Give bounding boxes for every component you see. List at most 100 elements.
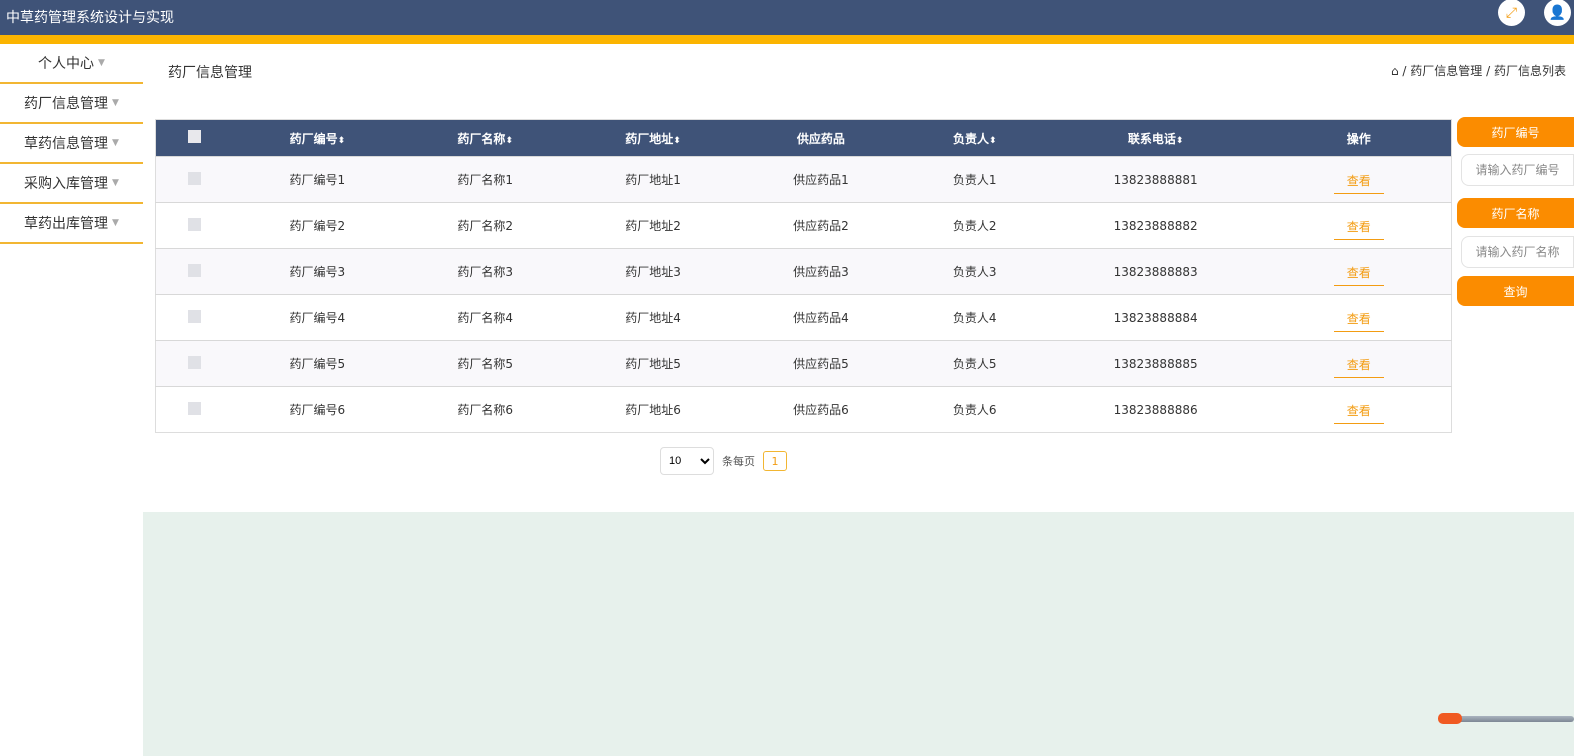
column-header[interactable]: 联系电话⬍ bbox=[1044, 119, 1267, 157]
column-header[interactable]: 药厂地址⬍ bbox=[569, 119, 737, 157]
factory-code-input[interactable] bbox=[1461, 154, 1574, 186]
row-select-cell bbox=[155, 156, 234, 203]
sidebar-item-label: 采购入库管理 bbox=[24, 176, 109, 192]
table-cell: 药厂地址2 bbox=[569, 202, 737, 249]
accent-stripe bbox=[0, 35, 1574, 44]
row-select-cell bbox=[155, 294, 234, 341]
column-header-label: 药厂名称 bbox=[457, 131, 506, 146]
sort-icon[interactable]: ⬍ bbox=[338, 136, 346, 146]
table-cell: 13823888881 bbox=[1044, 156, 1267, 203]
breadcrumb-item[interactable]: 药厂信息管理 bbox=[1410, 64, 1482, 78]
column-header-label: 供应药品 bbox=[796, 131, 845, 146]
breadcrumb-item: 药厂信息列表 bbox=[1493, 64, 1566, 78]
fullscreen-icon[interactable]: ⤢ bbox=[1498, 0, 1525, 26]
factory-name-input[interactable] bbox=[1461, 236, 1574, 268]
column-header[interactable]: 药厂名称⬍ bbox=[401, 119, 570, 157]
row-select-cell bbox=[155, 340, 234, 387]
table-cell: 负责人3 bbox=[904, 248, 1045, 295]
row-checkbox[interactable] bbox=[188, 309, 202, 323]
sidebar-item-herb[interactable]: 草药信息管理 ▼ bbox=[0, 124, 143, 164]
column-header[interactable]: 负责人⬍ bbox=[904, 119, 1045, 157]
sidebar-item-label: 草药出库管理 bbox=[24, 216, 109, 232]
table-cell: 药厂名称6 bbox=[401, 386, 570, 433]
select-all-checkbox[interactable] bbox=[188, 130, 202, 143]
table-row: 药厂编号2 药厂名称2 药厂地址2 供应药品2 负责人2 13823888882 查看 bbox=[155, 202, 1452, 249]
table-row: 药厂编号5 药厂名称5 药厂地址5 供应药品5 负责人5 13823888885 查看 bbox=[155, 340, 1452, 387]
caret-down-icon: ▼ bbox=[112, 98, 119, 108]
factory-table: 药厂编号⬍ 药厂名称⬍ 药厂地址⬍ 供应药品 负责人⬍ 联系电话⬍ 操作 药厂编号1 药厂名称… bbox=[155, 119, 1452, 433]
page-title: 药厂信息管理 bbox=[168, 65, 252, 81]
table-cell: 药厂编号1 bbox=[233, 156, 402, 203]
background-illustration bbox=[143, 512, 1574, 756]
view-button[interactable]: 查看 bbox=[1333, 212, 1384, 240]
search-label-name: 药厂名称 bbox=[1457, 198, 1574, 228]
column-header-label: 联系电话 bbox=[1127, 131, 1176, 146]
table-cell: 药厂地址3 bbox=[569, 248, 737, 295]
view-button[interactable]: 查看 bbox=[1333, 166, 1384, 194]
table-cell: 供应药品6 bbox=[736, 386, 905, 433]
row-select-cell bbox=[155, 202, 234, 249]
sidebar-item-purchase[interactable]: 采购入库管理 ▼ bbox=[0, 164, 143, 204]
row-checkbox[interactable] bbox=[188, 171, 202, 185]
table-cell: 13823888882 bbox=[1044, 202, 1267, 249]
view-button[interactable]: 查看 bbox=[1333, 350, 1384, 378]
top-bar: 中草药管理系统设计与实现 ⤢ 👤 bbox=[0, 0, 1574, 35]
per-page-label: 条每页 bbox=[722, 455, 755, 468]
column-header[interactable]: 药厂编号⬍ bbox=[233, 119, 402, 157]
column-header: 操作 bbox=[1266, 119, 1452, 157]
sort-icon[interactable]: ⬍ bbox=[673, 136, 681, 146]
table-cell: 供应药品4 bbox=[736, 294, 905, 341]
table-cell: 药厂名称3 bbox=[401, 248, 570, 295]
sort-icon[interactable]: ⬍ bbox=[989, 136, 997, 146]
action-cell: 查看 bbox=[1266, 340, 1452, 387]
breadcrumb-separator: / bbox=[1402, 64, 1407, 78]
caret-down-icon: ▼ bbox=[112, 218, 119, 228]
sidebar-item-label: 草药信息管理 bbox=[24, 136, 109, 152]
page-button-current[interactable]: 1 bbox=[763, 451, 787, 471]
sidebar-item-personal[interactable]: 个人中心 ▼ bbox=[0, 44, 143, 84]
table-cell: 13823888884 bbox=[1044, 294, 1267, 341]
sort-icon[interactable]: ⬍ bbox=[505, 136, 513, 146]
action-cell: 查看 bbox=[1266, 386, 1452, 433]
table-cell: 药厂编号3 bbox=[233, 248, 402, 295]
table-cell: 负责人4 bbox=[904, 294, 1045, 341]
row-checkbox[interactable] bbox=[188, 355, 202, 369]
table-cell: 负责人1 bbox=[904, 156, 1045, 203]
sidebar-item-label: 药厂信息管理 bbox=[24, 96, 109, 112]
table-cell: 13823888885 bbox=[1044, 340, 1267, 387]
action-cell: 查看 bbox=[1266, 294, 1452, 341]
home-icon[interactable]: ⌂ bbox=[1391, 64, 1399, 78]
action-cell: 查看 bbox=[1266, 248, 1452, 295]
user-icon[interactable]: 👤 bbox=[1544, 0, 1571, 26]
label-name: 药厂名称 bbox=[1457, 198, 1574, 228]
page-size-select[interactable]: 10 bbox=[660, 447, 714, 475]
breadcrumb: ⌂ / 药厂信息管理 / 药厂信息列表 bbox=[1391, 62, 1566, 79]
table-cell: 药厂编号4 bbox=[233, 294, 402, 341]
sidebar-item-factory[interactable]: 药厂信息管理 ▼ bbox=[0, 84, 143, 124]
column-header-label: 负责人 bbox=[952, 131, 989, 146]
table-cell: 药厂编号2 bbox=[233, 202, 402, 249]
table-row: 药厂编号3 药厂名称3 药厂地址3 供应药品3 负责人3 13823888883 查看 bbox=[155, 248, 1452, 295]
table-cell: 药厂名称5 bbox=[401, 340, 570, 387]
caret-down-icon: ▼ bbox=[112, 178, 119, 188]
view-button[interactable]: 查看 bbox=[1333, 304, 1384, 332]
table-cell: 13823888883 bbox=[1044, 248, 1267, 295]
label-code: 药厂编号 bbox=[1457, 117, 1574, 147]
action-cell: 查看 bbox=[1266, 202, 1452, 249]
app-title: 中草药管理系统设计与实现 bbox=[6, 10, 174, 26]
search-button[interactable]: 查询 bbox=[1457, 276, 1574, 306]
row-select-cell bbox=[155, 386, 234, 433]
row-checkbox[interactable] bbox=[188, 217, 202, 231]
view-button[interactable]: 查看 bbox=[1333, 258, 1384, 286]
sidebar-item-outbound[interactable]: 草药出库管理 ▼ bbox=[0, 204, 143, 244]
row-checkbox[interactable] bbox=[188, 401, 202, 415]
sort-icon[interactable]: ⬍ bbox=[1176, 136, 1184, 146]
view-button[interactable]: 查看 bbox=[1333, 396, 1384, 424]
row-checkbox[interactable] bbox=[188, 263, 202, 277]
table-cell: 药厂地址4 bbox=[569, 294, 737, 341]
table-cell: 药厂编号6 bbox=[233, 386, 402, 433]
sidebar-item-label: 个人中心 bbox=[38, 56, 95, 72]
caret-down-icon: ▼ bbox=[112, 138, 119, 148]
table-cell: 药厂名称4 bbox=[401, 294, 570, 341]
table-cell: 供应药品2 bbox=[736, 202, 905, 249]
